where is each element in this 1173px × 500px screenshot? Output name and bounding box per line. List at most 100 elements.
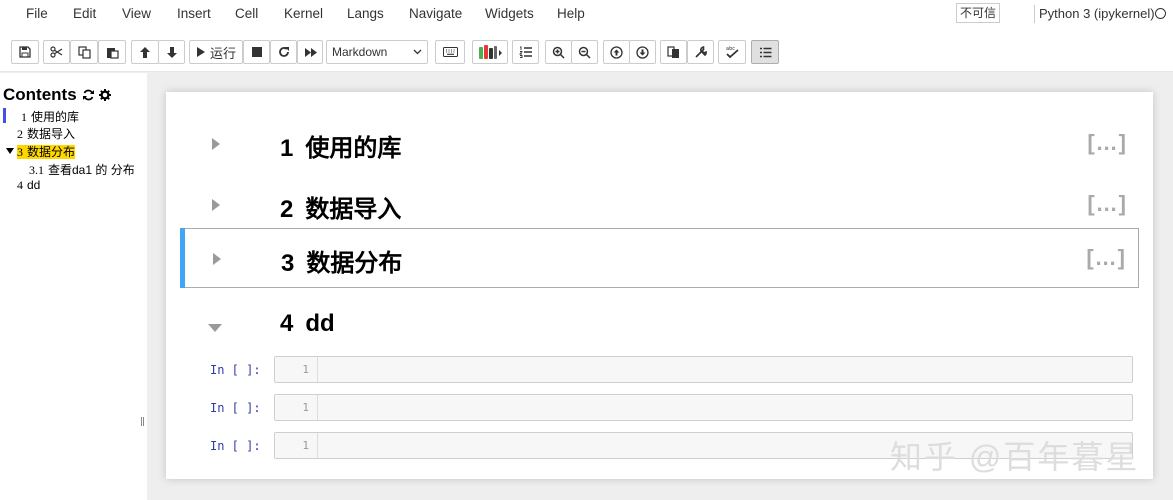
toc-item-1[interactable]: 1 使用的库 — [21, 108, 79, 125]
menu-navigate[interactable]: Navigate — [409, 6, 462, 21]
keyboard-icon — [442, 47, 458, 57]
numbered-list-icon — [519, 46, 532, 58]
restart-icon — [278, 47, 289, 57]
gear-icon[interactable] — [99, 89, 111, 101]
toc-item-label: 数据导入 — [27, 127, 76, 141]
wrench-icon — [695, 45, 707, 58]
kernel-name[interactable]: Python 3 (ipykernel) — [1039, 6, 1155, 21]
run-icon — [196, 47, 205, 57]
heading-cell-3[interactable]: 3 数据分布 […] — [180, 228, 1139, 288]
move-cell-up-button[interactable] — [603, 40, 630, 64]
hide-code-button[interactable] — [660, 40, 687, 64]
collapse-caret-icon[interactable] — [212, 199, 220, 211]
input-prompt: In [ ]: — [210, 439, 261, 453]
heading-text: 2 数据导入 — [280, 189, 401, 224]
line-number: 1 — [302, 363, 309, 376]
toc-position-marker — [3, 108, 6, 123]
move-down-icon — [166, 46, 177, 58]
stop-icon — [251, 47, 262, 57]
code-input[interactable]: 1 — [274, 356, 1133, 383]
toc-active-highlight: 3 数据分布 — [17, 145, 76, 159]
toc-item-3[interactable]: 3 数据分布 — [17, 143, 76, 160]
save-button[interactable] — [11, 40, 39, 64]
heading-cell-2[interactable]: 2 数据导入 […] — [180, 175, 1139, 235]
menu-edit[interactable]: Edit — [73, 6, 96, 21]
collapsed-ellipsis[interactable]: […] — [1086, 245, 1126, 271]
menu-insert[interactable]: Insert — [177, 6, 211, 21]
heading-cell-4[interactable]: 4 dd — [180, 296, 1139, 356]
numbered-list-button[interactable] — [512, 40, 539, 64]
command-palette-button[interactable] — [435, 40, 465, 64]
menu-langs[interactable]: Langs — [347, 6, 384, 21]
expand-caret-icon[interactable] — [208, 324, 222, 332]
code-input[interactable]: 1 — [274, 394, 1133, 421]
run-button[interactable]: 运行 — [189, 40, 243, 64]
heading-number: 4 — [280, 310, 294, 337]
cut-icon — [50, 46, 63, 58]
toc-item-2[interactable]: 2 数据导入 — [17, 125, 75, 142]
zoom-out-button[interactable] — [571, 40, 598, 64]
line-number-gutter: 1 — [275, 433, 318, 458]
move-up-button[interactable] — [131, 40, 159, 64]
collapse-caret-icon[interactable] — [212, 138, 220, 150]
heading-title: 数据导入 — [305, 196, 402, 223]
restart-run-all-button[interactable] — [297, 40, 323, 64]
toc-item-label: 使用的库 — [31, 110, 80, 124]
collapsed-ellipsis[interactable]: […] — [1087, 191, 1127, 217]
zoom-in-button[interactable] — [545, 40, 572, 64]
heading-text: 1 使用的库 — [280, 128, 401, 163]
trust-indicator[interactable]: 不可信 — [956, 3, 1000, 23]
toolbar: 运行 Markdown abc — [0, 30, 1173, 72]
run-label: 运行 — [209, 45, 236, 61]
copy-button[interactable] — [70, 40, 98, 64]
menu-widgets[interactable]: Widgets — [485, 6, 534, 21]
line-number-gutter: 1 — [275, 395, 318, 420]
chevron-down-icon — [413, 49, 422, 55]
heading-number: 2 — [280, 196, 294, 223]
line-number-gutter: 1 — [275, 357, 318, 382]
menu-file[interactable]: File — [26, 6, 48, 21]
heading-title: dd — [305, 310, 335, 337]
toc-toggle-button[interactable] — [751, 40, 779, 64]
paste-button[interactable] — [98, 40, 126, 64]
heading-title: 使用的库 — [305, 135, 402, 162]
menu-view[interactable]: View — [122, 6, 151, 21]
code-cell-2[interactable]: In [ ]: 1 — [180, 394, 1139, 424]
menu-cell[interactable]: Cell — [235, 6, 258, 21]
paste-icon — [106, 47, 119, 59]
restart-button[interactable] — [270, 40, 297, 64]
watermark: 知乎 @百年暮星 — [890, 439, 1140, 475]
spellcheck-icon: abc — [726, 46, 739, 59]
move-cell-up-icon — [610, 45, 623, 59]
nbextension-button[interactable] — [472, 40, 508, 64]
spellcheck-button[interactable]: abc — [718, 40, 746, 64]
kernel-separator — [1034, 5, 1035, 23]
toc-sidebar: Contents 1 使用的库 2 数据导入 3 数据分布 3.1 查看da1 的 分布… — [0, 73, 147, 500]
heading-number: 1 — [280, 135, 294, 162]
nbextension-icon — [479, 45, 502, 59]
collapse-caret-icon[interactable] — [213, 253, 221, 265]
settings-button[interactable] — [687, 40, 714, 64]
toc-item-label: dd — [27, 178, 41, 192]
stop-button[interactable] — [243, 40, 270, 64]
cut-button[interactable] — [43, 40, 70, 64]
input-prompt: In [ ]: — [210, 363, 261, 377]
toc-item-number: 4 — [17, 178, 23, 192]
toc-item-3-1[interactable]: 3.1 查看da1 的 分布 — [29, 161, 135, 178]
menu-help[interactable]: Help — [557, 6, 585, 21]
refresh-icon[interactable] — [82, 89, 95, 101]
move-cell-down-button[interactable] — [629, 40, 656, 64]
notebook-container: 1 使用的库 […] 2 数据导入 […] 3 数据分布 […] 4 dd In [ ]… — [166, 92, 1153, 479]
toc-item-4[interactable]: 4 dd — [17, 178, 40, 193]
code-cell-1[interactable]: In [ ]: 1 — [180, 356, 1139, 386]
toc-item-number: 3 — [17, 145, 23, 159]
menu-kernel[interactable]: Kernel — [284, 6, 323, 21]
cell-type-select[interactable]: Markdown — [326, 40, 428, 64]
move-down-button[interactable] — [158, 40, 185, 64]
move-cell-down-icon — [636, 45, 649, 59]
collapsed-ellipsis[interactable]: […] — [1087, 130, 1127, 156]
heading-cell-1[interactable]: 1 使用的库 […] — [180, 114, 1139, 174]
toc-resize-handle[interactable] — [141, 417, 144, 426]
toc-item-number: 2 — [17, 127, 23, 141]
caret-down-icon[interactable] — [6, 148, 14, 154]
